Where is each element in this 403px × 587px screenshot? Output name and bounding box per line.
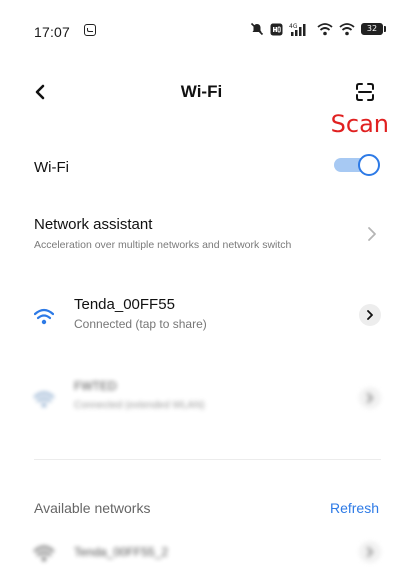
network-assistant-subtitle: Acceleration over multiple networks and … — [34, 239, 292, 251]
wifi-signal-full-icon — [34, 308, 54, 325]
status-bar: 17:07 4G 32 — [0, 0, 403, 60]
network-details-button[interactable] — [359, 387, 381, 409]
status-time: 17:07 — [34, 24, 71, 40]
network-details-button[interactable] — [359, 304, 381, 326]
network-name: Tenda_00FF55 — [74, 296, 175, 313]
chevron-right-icon — [367, 547, 373, 557]
available-network-item[interactable]: Tenda_00FF55_2 — [0, 535, 403, 587]
status-icons: 4G 32 — [250, 22, 386, 36]
wifi-signal-icon — [34, 391, 54, 408]
network-item-extended[interactable]: FWTED Connected (extended WLAN) — [0, 373, 403, 427]
scan-annotation-label: Scan — [330, 110, 389, 138]
message-notification-icon — [84, 24, 96, 36]
network-item-tenda[interactable]: Tenda_00FF55 Connected (tap to share) — [0, 290, 403, 344]
scan-icon — [356, 83, 374, 101]
refresh-button[interactable]: Refresh — [330, 500, 379, 516]
wifi-signal-icon — [34, 545, 54, 562]
silent-mode-icon — [250, 22, 264, 36]
network-type-label: 4G — [289, 23, 298, 30]
battery-icon: 32 — [361, 23, 386, 35]
wifi-settings-screen: 17:07 4G 32 Wi-Fi Scan Wi-Fi Network ass… — [0, 0, 403, 587]
hd-voice-icon — [270, 23, 283, 35]
network-name: FWTED — [74, 379, 117, 393]
network-status: Connected (extended WLAN) — [74, 400, 205, 411]
network-assistant-row[interactable]: Network assistant Acceleration over mult… — [0, 208, 403, 264]
cellular-signal-icon: 4G — [289, 23, 306, 36]
chevron-right-icon — [367, 310, 373, 320]
wifi-toggle-switch[interactable] — [334, 154, 380, 176]
network-assistant-title: Network assistant — [34, 216, 153, 233]
available-networks-label: Available networks — [34, 500, 151, 516]
scan-button[interactable] — [349, 76, 381, 108]
chevron-right-icon — [368, 227, 376, 241]
toggle-knob — [358, 154, 380, 176]
page-title: Wi-Fi — [180, 82, 223, 101]
chevron-right-icon — [367, 393, 373, 403]
network-name: Tenda_00FF55_2 — [74, 545, 169, 559]
wifi-status-icon — [317, 23, 333, 36]
network-status: Connected (tap to share) — [74, 317, 207, 331]
wifi-toggle-label: Wi-Fi — [34, 159, 69, 176]
section-divider — [34, 459, 381, 460]
hotspot-wifi-icon — [339, 23, 355, 36]
network-details-button[interactable] — [359, 541, 381, 563]
